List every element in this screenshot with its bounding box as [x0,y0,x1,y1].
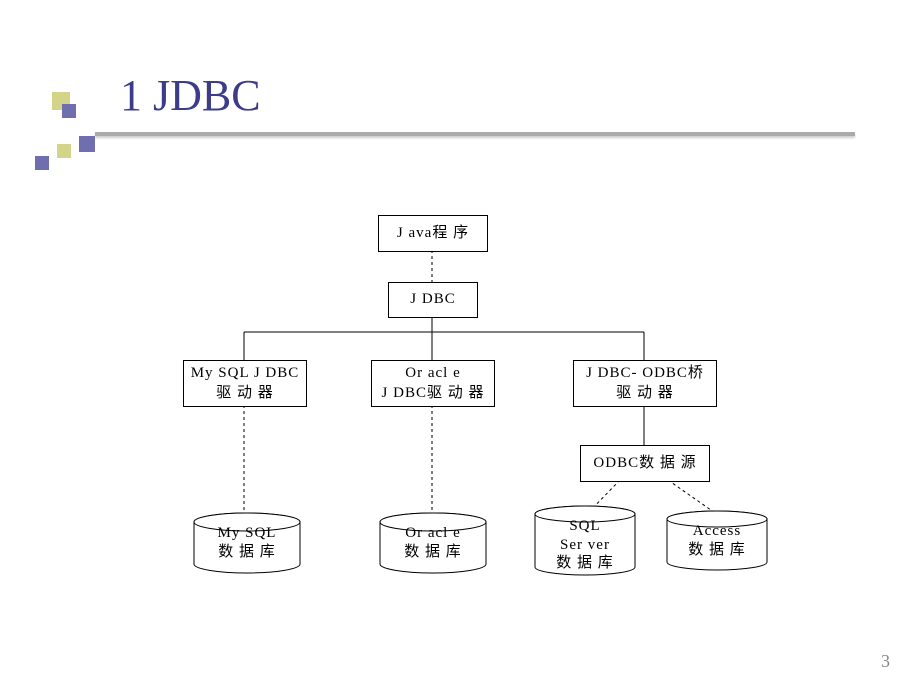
node-mysql-driver: My SQL J DBC 驱 动 器 [183,360,307,407]
db-label-line2: 数 据 库 [404,543,462,562]
page-number: 3 [881,651,890,672]
diagram-connectors [0,0,920,690]
node-label-line2: J DBC驱 动 器 [382,384,485,404]
node-sqlserver-db: SQL Ser ver 数 据 库 [533,505,637,577]
node-mysql-db: My SQL 数 据 库 [192,512,302,574]
db-label-line1: SQL [569,517,600,536]
db-label-line1: My SQL [218,524,277,543]
node-access-db: Access 数 据 库 [665,510,769,572]
node-label-line1: My SQL J DBC [191,364,300,384]
node-label-line1: J DBC- ODBC桥 [586,364,704,384]
db-label-line1: Access [693,522,741,541]
db-label-line2: 数 据 库 [218,543,276,562]
node-label-line2: 驱 动 器 [616,384,674,404]
node-label: J ava程 序 [397,224,469,244]
node-odbc-source: ODBC数 据 源 [580,445,710,482]
db-label-line3: 数 据 库 [556,554,614,573]
node-java-program: J ava程 序 [378,215,488,252]
node-label-line1: Or acl e [405,364,460,384]
node-label-line2: 驱 动 器 [216,384,274,404]
db-label-line1: Or acl e [405,524,460,543]
node-label: ODBC数 据 源 [593,454,696,474]
node-odbc-bridge: J DBC- ODBC桥 驱 动 器 [573,360,717,407]
node-jdbc: J DBC [388,282,478,318]
node-oracle-db: Or acl e 数 据 库 [378,512,488,574]
node-label: J DBC [410,290,455,310]
db-label-line2: Ser ver [560,536,610,555]
node-oracle-driver: Or acl e J DBC驱 动 器 [371,360,495,407]
db-label-line2: 数 据 库 [688,541,746,560]
